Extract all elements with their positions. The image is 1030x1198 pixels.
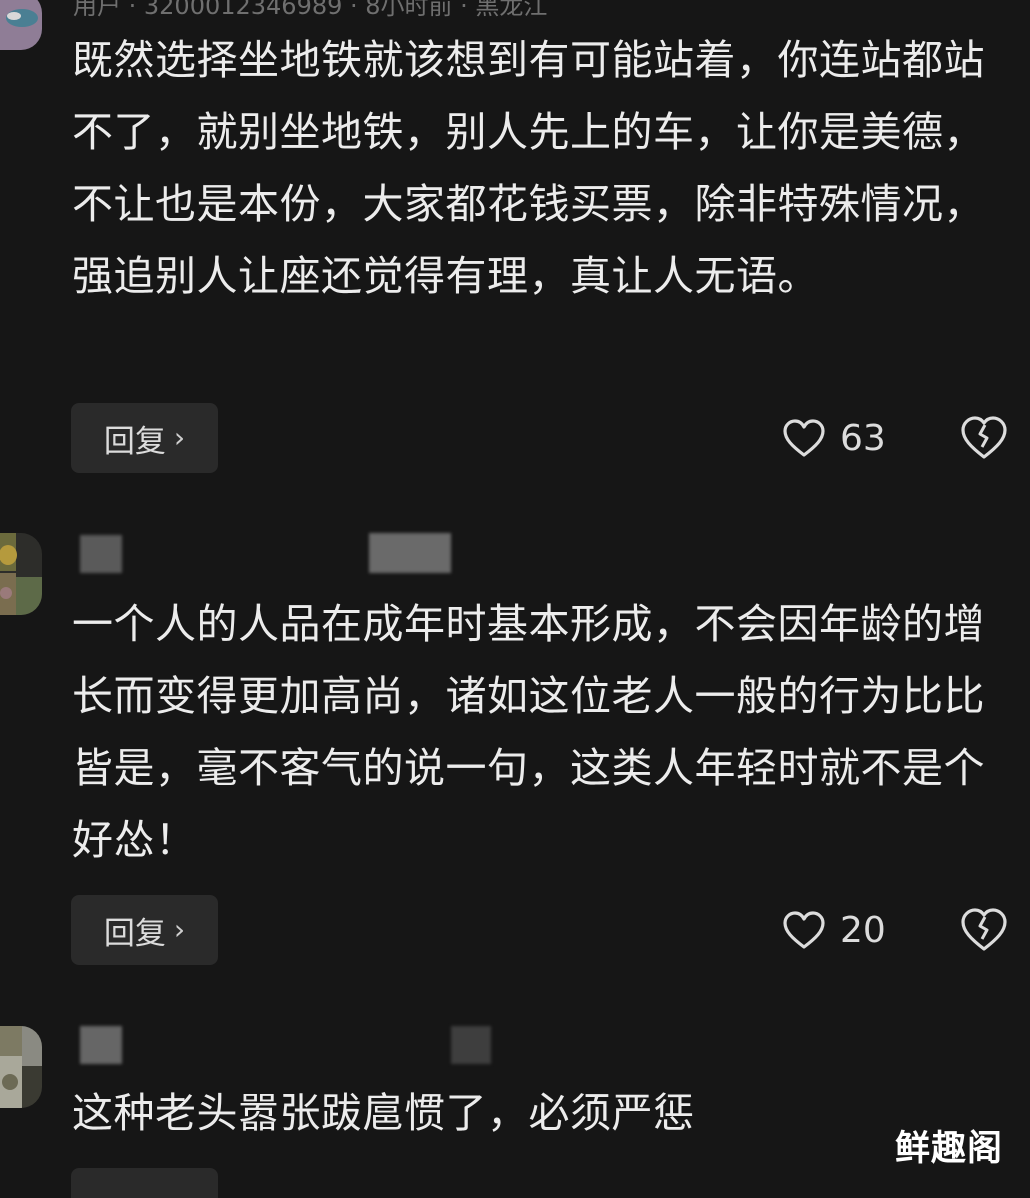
username-redacted [80, 1026, 122, 1064]
dislike-button[interactable] [960, 907, 1008, 953]
comment-text: 既然选择坐地铁就该想到有可能站着，你连站都站不了，就别坐地铁，别人先上的车，让你… [72, 36, 985, 300]
like-button[interactable]: 20 [782, 905, 886, 955]
like-count: 20 [840, 909, 886, 951]
like-count: 63 [840, 417, 886, 459]
comment-text: 一个人的人品在成年时基本形成，不会因年龄的增长而变得更加高尚，诸如这位老人一般的… [72, 600, 985, 864]
username-redacted [80, 535, 122, 573]
reply-button[interactable] [71, 1168, 218, 1198]
heart-outline-icon [783, 419, 825, 457]
avatar[interactable] [0, 533, 42, 615]
user-badge-redacted [451, 1026, 491, 1064]
avatar[interactable] [0, 0, 42, 50]
dislike-button[interactable] [960, 415, 1008, 461]
like-button[interactable]: 63 [782, 413, 886, 463]
chevron-right-icon: › [173, 912, 186, 946]
comment-text: 这种老头嚣张跋扈惯了，必须严惩 [72, 1089, 695, 1137]
user-badge-redacted [369, 533, 451, 573]
heart-outline-icon [783, 911, 825, 949]
chevron-right-icon: › [173, 420, 186, 454]
comment-meta: 用户 · 3200012346989 · 8小时前 · 黑龙江 [73, 0, 548, 20]
avatar[interactable] [0, 1026, 42, 1108]
watermark: 鲜趣阁 [895, 1129, 1004, 1169]
broken-heart-icon [961, 416, 1007, 459]
reply-button[interactable]: 回复 › [71, 895, 218, 965]
reply-button[interactable]: 回复 › [71, 403, 218, 473]
broken-heart-icon [961, 908, 1007, 951]
reply-label: 回复 [103, 915, 166, 952]
reply-label: 回复 [103, 423, 166, 460]
